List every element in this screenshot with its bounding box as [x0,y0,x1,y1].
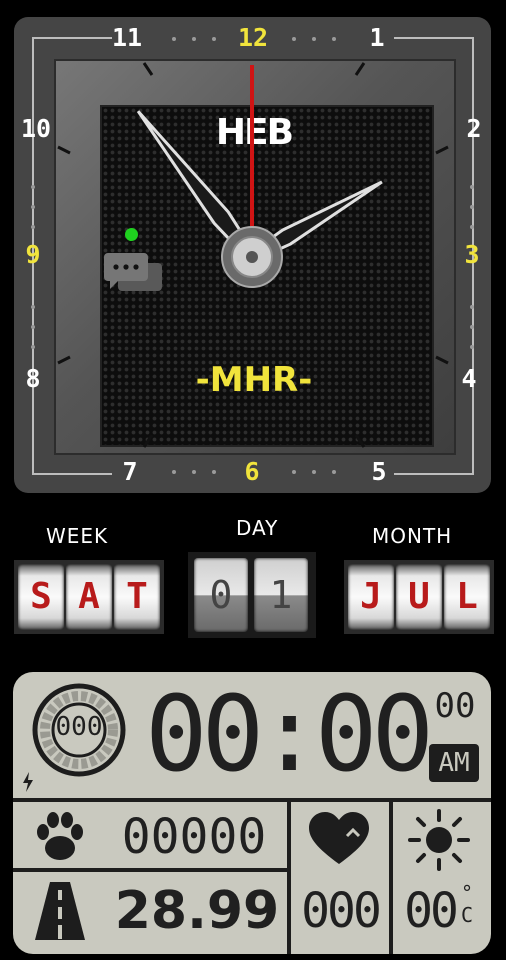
month-letter-2: U [396,564,442,630]
divider-vertical-right [389,798,393,954]
clock-hands [136,65,383,288]
week-letter-3: T [114,564,160,630]
week-letter-1: S [18,564,64,630]
analog-clock-face: 12 1 2 3 4 5 6 7 8 9 10 11 HEB -MHR- [14,17,491,493]
ampm-indicator: AM [429,744,479,782]
month-label: MONTH [372,524,453,548]
divider-horizontal-top [13,798,491,802]
time-display: 00:00 [145,673,434,795]
road-icon[interactable] [33,880,87,942]
month-letter-3: L [444,564,490,630]
lcd-panel: 000 00:00 00 AM 00000 28.99 000 00 °C [13,672,491,954]
paw-icon[interactable] [33,810,87,866]
heart-rate-value: 000 [301,883,382,939]
divider-horizontal-mid [13,868,289,872]
sun-icon[interactable] [405,808,473,872]
month-letter-1: J [348,564,394,630]
week-label: WEEK [46,524,109,548]
charging-bolt-icon [23,772,33,792]
steps-value: 00000 [121,809,267,865]
week-flip-group[interactable]: S A T [14,560,164,634]
week-letter-2: A [66,564,112,630]
battery-value: 000 [55,712,103,742]
temperature-unit: °C [461,881,474,927]
day-flip-group[interactable]: 0 1 [188,552,316,638]
heart-icon[interactable] [307,810,371,868]
temperature-value: 00 [404,883,459,939]
month-flip-group[interactable]: J U L [344,560,494,634]
distance-value: 28.99 [114,881,280,941]
day-digit-2: 1 [254,558,308,632]
day-digit-1: 0 [194,558,248,632]
seconds-display: 00 [434,686,476,726]
day-label: DAY [236,516,279,540]
divider-vertical-left [287,798,291,954]
